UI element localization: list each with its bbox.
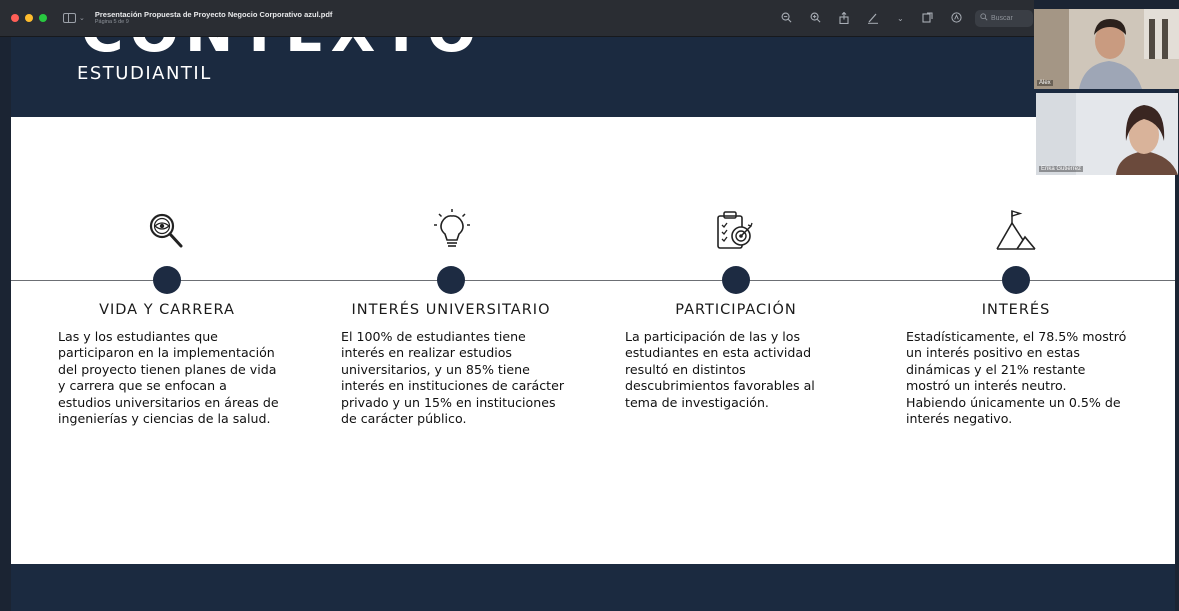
timeline-dot (437, 266, 465, 294)
participant-name: Alex (1037, 80, 1053, 86)
column-text: La participación de las y los estudiante… (625, 329, 815, 410)
lightbulb-icon (429, 209, 475, 257)
column-title: INTERÉS UNIVERSITARIO (351, 302, 551, 318)
search-icon (980, 13, 988, 24)
chevron-down-icon[interactable]: ⌄ (79, 14, 85, 22)
column-title: PARTICIPACIÓN (675, 302, 797, 318)
magnifier-eye-icon (144, 209, 190, 257)
participant-video-frame (1034, 9, 1179, 89)
document-title-block: Presentación Propuesta de Proyecto Negoc… (95, 11, 333, 25)
window-icon[interactable] (922, 12, 933, 25)
markup-icon[interactable] (867, 12, 879, 26)
timeline-dot (153, 266, 181, 294)
minimize-window-button[interactable] (25, 14, 33, 22)
participant-video-frame (1036, 93, 1178, 175)
page-indicator: Página 5 de 9 (94, 18, 129, 25)
slide-header-band: CONTEXTO ESTUDIANTIL (11, 37, 1175, 117)
video-tile-erika[interactable]: Erika Gutierrez (1036, 93, 1178, 175)
zoom-window-button[interactable] (39, 14, 47, 22)
column-text: Las y los estudiantes que participaron e… (58, 329, 279, 427)
column-text: El 100% de estudiantes tiene interés en … (341, 329, 565, 427)
video-tile-alex[interactable]: Alex (1034, 9, 1179, 89)
markup-chevron-icon[interactable]: ⌄ (897, 14, 904, 23)
column-title: VIDA Y CARRERA (99, 302, 235, 318)
annotate-icon[interactable] (951, 12, 962, 25)
preview-toolbar: ⌄ Presentación Propuesta de Proyecto Neg… (0, 0, 1034, 37)
slide-page: CONTEXTO ESTUDIANTIL VIDA Y CARRERA Las … (11, 37, 1175, 611)
mountain-flag-icon (994, 209, 1040, 257)
window-controls (11, 14, 47, 22)
share-icon[interactable] (839, 11, 849, 26)
zoom-in-icon[interactable] (810, 12, 821, 25)
timeline-dot (722, 266, 750, 294)
toolbar-actions: ⌄ (781, 0, 962, 37)
column-title: INTERÉS (981, 302, 1051, 318)
search-field[interactable] (975, 10, 1033, 27)
document-title: Presentación Propuesta de Proyecto Negoc… (94, 10, 333, 19)
column-text: Estadísticamente, el 78.5% mostró un int… (906, 329, 1127, 427)
search-input[interactable] (991, 15, 1031, 22)
slide-footer-band (11, 564, 1175, 611)
timeline-line (11, 280, 1175, 281)
close-window-button[interactable] (11, 14, 19, 22)
timeline-dot (1002, 266, 1030, 294)
zoom-out-icon[interactable] (781, 12, 792, 25)
participant-name: Erika Gutierrez (1039, 166, 1084, 172)
slide-title: CONTEXTO (81, 37, 482, 65)
sidebar-toggle-icon[interactable] (63, 13, 76, 23)
clipboard-target-icon (713, 209, 759, 257)
slide-subtitle: ESTUDIANTIL (77, 63, 212, 84)
